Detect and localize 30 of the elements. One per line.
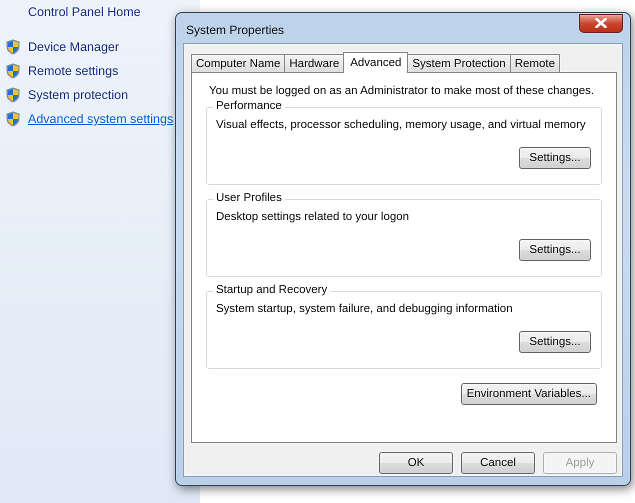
settings-button[interactable]: Settings... — [519, 331, 591, 353]
group-description: System startup, system failure, and debugging information — [216, 303, 514, 315]
sidebar-link[interactable]: System protection — [28, 88, 128, 102]
close-button[interactable] — [579, 14, 623, 32]
settings-button[interactable]: Settings... — [519, 147, 591, 169]
shield-icon — [6, 39, 20, 55]
tab[interactable]: Remote — [510, 54, 560, 72]
shield-icon — [6, 87, 20, 103]
group-title: Performance — [213, 100, 285, 112]
control-panel-home-link[interactable]: Control Panel Home — [28, 5, 141, 19]
sidebar-link[interactable]: Remote settings — [28, 64, 118, 78]
environment-variables-button[interactable]: Environment Variables... — [460, 383, 597, 405]
tab[interactable]: Advanced — [343, 52, 408, 73]
shield-icon — [6, 111, 20, 127]
dialog-button[interactable]: Cancel — [461, 452, 535, 474]
shield-icon — [6, 63, 20, 79]
group-description: Desktop settings related to your logon — [216, 211, 410, 223]
sidebar-link[interactable]: Advanced system settings — [28, 112, 174, 126]
group-description: Visual effects, processor scheduling, memory usage, and virtual memory — [216, 119, 587, 131]
close-icon — [595, 18, 607, 28]
notice-text: You must be logged on as an Administrator to make most of these changes. — [209, 85, 596, 97]
settings-button[interactable]: Settings... — [519, 239, 591, 261]
dialog-button[interactable]: OK — [379, 452, 453, 474]
window-title: System Properties — [186, 22, 284, 36]
group-title: Startup and Recovery — [213, 284, 330, 296]
tab[interactable]: System Protection — [407, 54, 511, 72]
tab[interactable]: Hardware — [284, 54, 344, 72]
sidebar-link[interactable]: Device Manager — [28, 40, 120, 54]
tab[interactable]: Computer Name — [191, 54, 286, 72]
group-title: User Profiles — [213, 192, 285, 204]
